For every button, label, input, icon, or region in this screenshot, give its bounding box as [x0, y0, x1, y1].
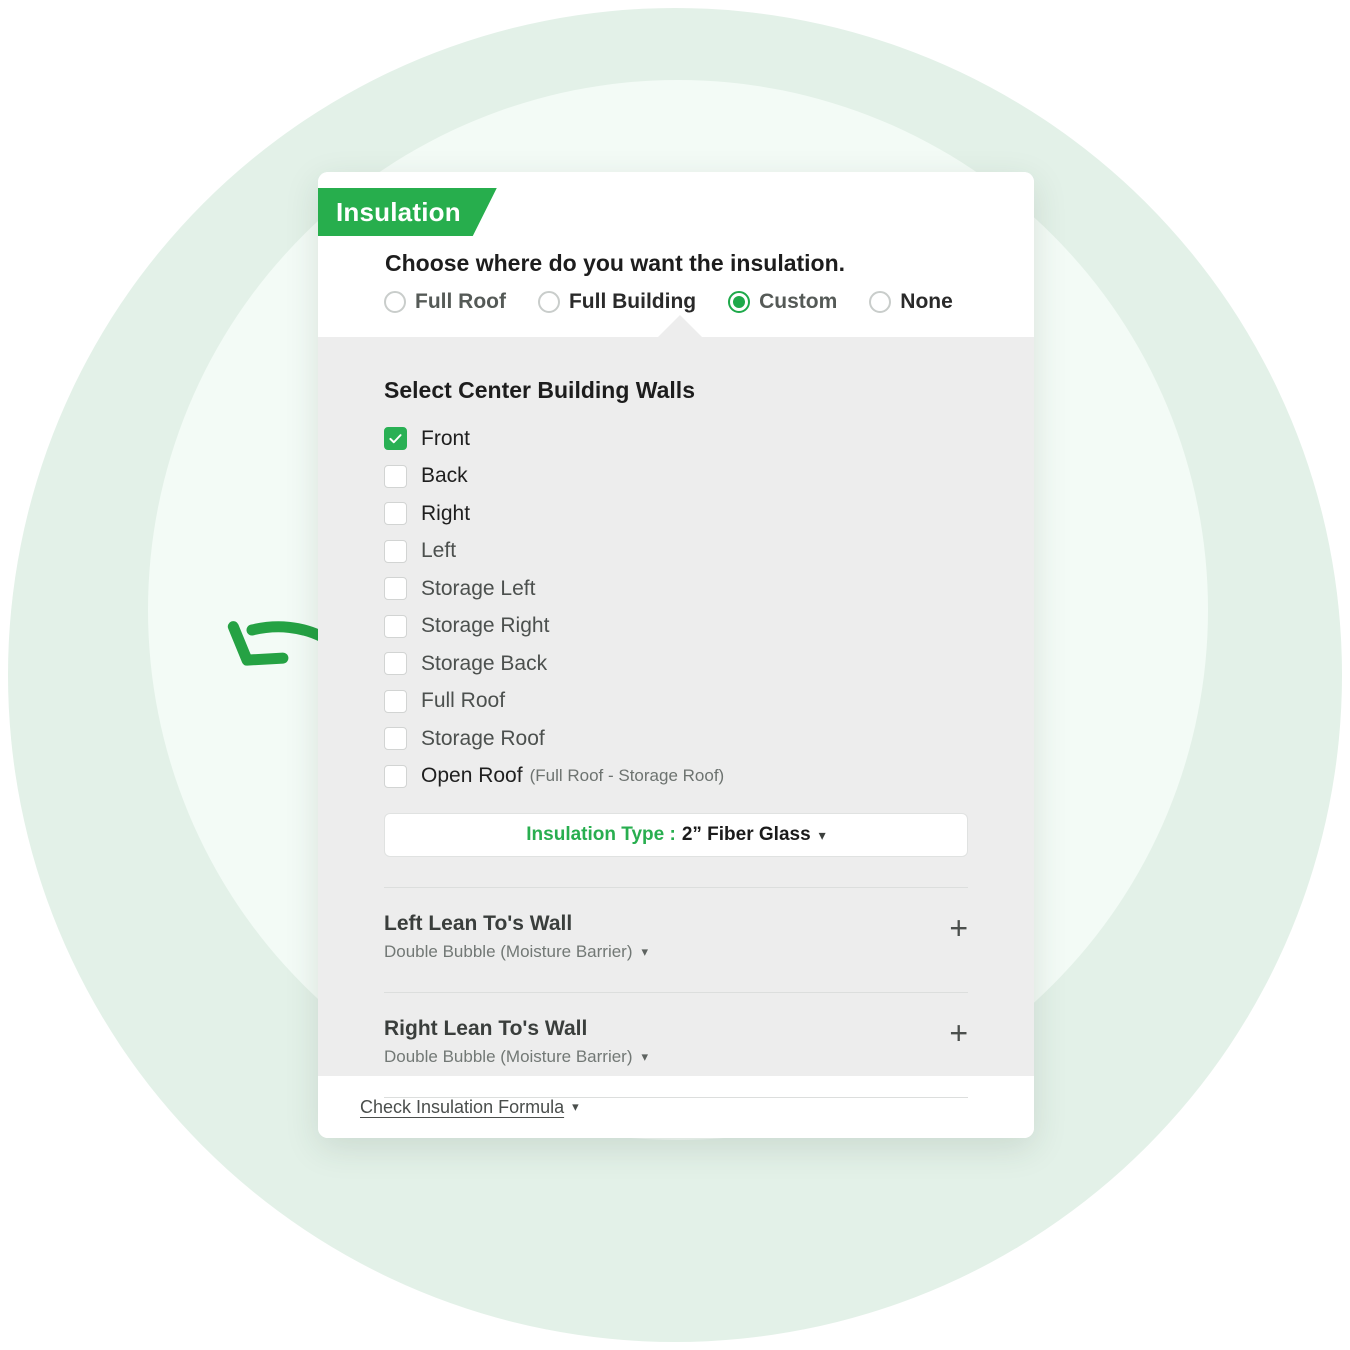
chevron-down-icon: ▾ — [641, 944, 649, 959]
checkbox-row-storage-left[interactable]: Storage Left — [318, 570, 1034, 608]
checkbox-icon — [384, 689, 407, 713]
selection-notch — [658, 315, 702, 337]
checkbox-icon — [384, 539, 407, 563]
checkbox-label: Back — [421, 464, 468, 488]
checkbox-label: Storage Right — [421, 614, 550, 638]
radio-circle-icon — [384, 291, 406, 313]
question-title: Choose where do you want the insulation. — [385, 250, 846, 276]
left-lean-to-wall-section: Left Lean To's Wall Double Bubble (Moist… — [318, 888, 1034, 962]
checkbox-note: (Full Roof - Storage Roof) — [529, 766, 725, 786]
checkbox-icon — [384, 614, 407, 638]
checkbox-label: Storage Left — [421, 576, 536, 600]
checkbox-label: Left — [421, 539, 457, 563]
card-body: Select Center Building Walls Front Back … — [318, 337, 1034, 1098]
checkbox-icon — [384, 464, 407, 488]
insulation-mode-radio-group: Full Roof Full Building Custom None — [384, 290, 953, 314]
card-header: Insulation Choose where do you want the … — [318, 172, 1034, 337]
checkbox-label: Right — [421, 501, 471, 525]
checkbox-icon — [384, 652, 407, 676]
insulation-type-label: Insulation Type : — [526, 824, 676, 845]
left-lean-to-wall-title: Left Lean To's Wall — [384, 912, 573, 935]
insulation-badge-label: Insulation — [336, 196, 461, 227]
checkbox-icon — [384, 764, 407, 788]
chevron-down-icon[interactable]: ▾ — [572, 1099, 579, 1115]
radio-label: Custom — [759, 290, 838, 313]
checkbox-row-storage-roof[interactable]: Storage Roof — [318, 720, 1034, 758]
checkbox-row-open-roof[interactable]: Open Roof (Full Roof - Storage Roof) — [318, 758, 1034, 796]
checkbox-label: Storage Roof — [421, 726, 545, 750]
left-lean-to-wall-material: Double Bubble (Moisture Barrier) — [384, 942, 633, 961]
wall-checkbox-list: Front Back Right Left Storage Left Stora… — [318, 420, 1034, 795]
divider — [384, 1097, 968, 1098]
checkbox-icon — [384, 577, 407, 601]
radio-label: Full Roof — [415, 290, 506, 313]
chevron-down-icon: ▾ — [818, 826, 826, 843]
radio-label: None — [900, 290, 953, 313]
checkbox-icon — [384, 727, 407, 751]
radio-full-building[interactable]: Full Building — [537, 290, 697, 314]
radio-circle-icon — [869, 291, 892, 313]
checkbox-row-full-roof[interactable]: Full Roof — [318, 683, 1034, 721]
expand-left-lean-to-button[interactable]: + — [949, 912, 968, 944]
checkbox-label: Storage Back — [421, 651, 548, 675]
checkbox-label: Full Roof — [421, 689, 506, 713]
insulation-type-value: 2” Fiber Glass — [681, 824, 811, 845]
right-lean-to-wall-material-selector[interactable]: Double Bubble (Moisture Barrier) ▾ — [384, 1047, 968, 1067]
checkbox-icon — [384, 502, 407, 526]
right-lean-to-wall-material: Double Bubble (Moisture Barrier) — [384, 1047, 633, 1066]
checkbox-row-storage-back[interactable]: Storage Back — [318, 645, 1034, 683]
radio-label: Full Building — [568, 290, 697, 313]
insulation-badge: Insulation — [318, 188, 497, 236]
checkbox-row-left[interactable]: Left — [318, 533, 1034, 571]
insulation-type-selector[interactable]: Insulation Type : 2” Fiber Glass ▾ — [384, 813, 968, 857]
checkbox-row-right[interactable]: Right — [318, 495, 1034, 533]
checkmark-icon — [384, 427, 407, 451]
right-lean-to-wall-section: Right Lean To's Wall Double Bubble (Mois… — [318, 993, 1034, 1067]
expand-right-lean-to-button[interactable]: + — [949, 1017, 968, 1049]
left-lean-to-wall-material-selector[interactable]: Double Bubble (Moisture Barrier) ▾ — [384, 942, 968, 962]
checkbox-label: Front — [421, 426, 471, 450]
card-footer: Check Insulation Formula ▾ — [318, 1076, 1034, 1138]
radio-circle-icon — [537, 291, 560, 313]
check-insulation-formula-link[interactable]: Check Insulation Formula — [360, 1097, 564, 1118]
checkbox-row-storage-right[interactable]: Storage Right — [318, 608, 1034, 646]
radio-circle-selected-icon — [728, 291, 751, 313]
insulation-card: Insulation Choose where do you want the … — [318, 172, 1034, 1138]
section-title-center-building-walls: Select Center Building Walls — [384, 377, 695, 403]
radio-full-roof[interactable]: Full Roof — [384, 290, 506, 314]
checkbox-label: Open Roof — [421, 764, 523, 788]
radio-custom[interactable]: Custom — [728, 290, 837, 314]
checkbox-row-back[interactable]: Back — [318, 458, 1034, 496]
radio-none[interactable]: None — [869, 290, 953, 314]
right-lean-to-wall-title: Right Lean To's Wall — [384, 1017, 588, 1040]
checkbox-row-front[interactable]: Front — [318, 420, 1034, 458]
screenshot-stage: Insulation Choose where do you want the … — [0, 0, 1350, 1350]
chevron-down-icon: ▾ — [641, 1049, 649, 1064]
